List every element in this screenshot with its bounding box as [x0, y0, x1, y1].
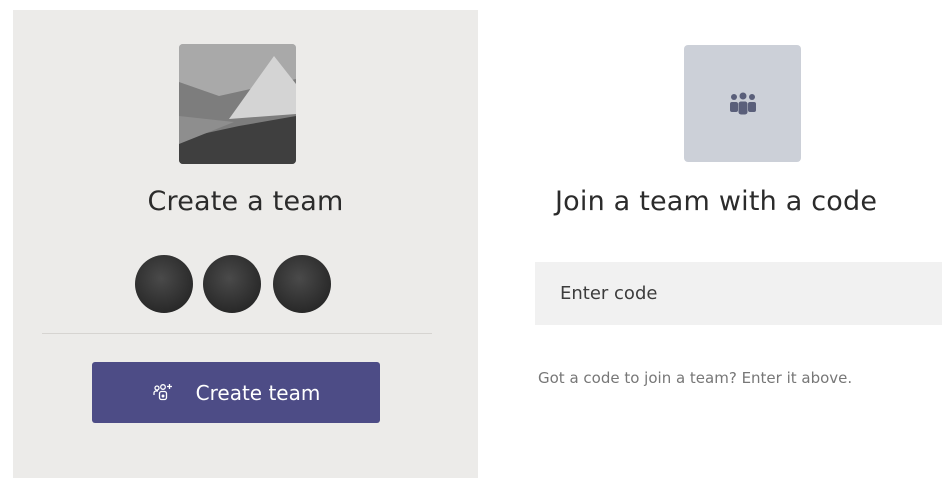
add-people-icon [152, 382, 174, 404]
join-team-title: Join a team with a code [555, 186, 878, 217]
card-divider [42, 333, 432, 334]
create-team-button[interactable]: Create team [92, 362, 380, 423]
create-team-card[interactable]: Create a team Create team [13, 10, 478, 478]
avatar [273, 255, 331, 313]
join-code-hint: Got a code to join a team? Enter it abov… [538, 369, 853, 387]
create-team-title: Create a team [147, 186, 344, 217]
teams-join-or-create-screen: Create a team Create team Join a team wi… [0, 0, 942, 480]
mountain-landscape-icon [179, 44, 296, 164]
member-avatars [133, 255, 343, 317]
join-team-thumbnail [684, 45, 801, 162]
team-code-input[interactable] [535, 262, 942, 325]
avatar [135, 255, 193, 313]
create-team-button-label: Create team [195, 380, 321, 405]
avatar [203, 255, 261, 313]
team-thumbnail-image [179, 44, 296, 164]
people-group-icon [729, 92, 756, 114]
